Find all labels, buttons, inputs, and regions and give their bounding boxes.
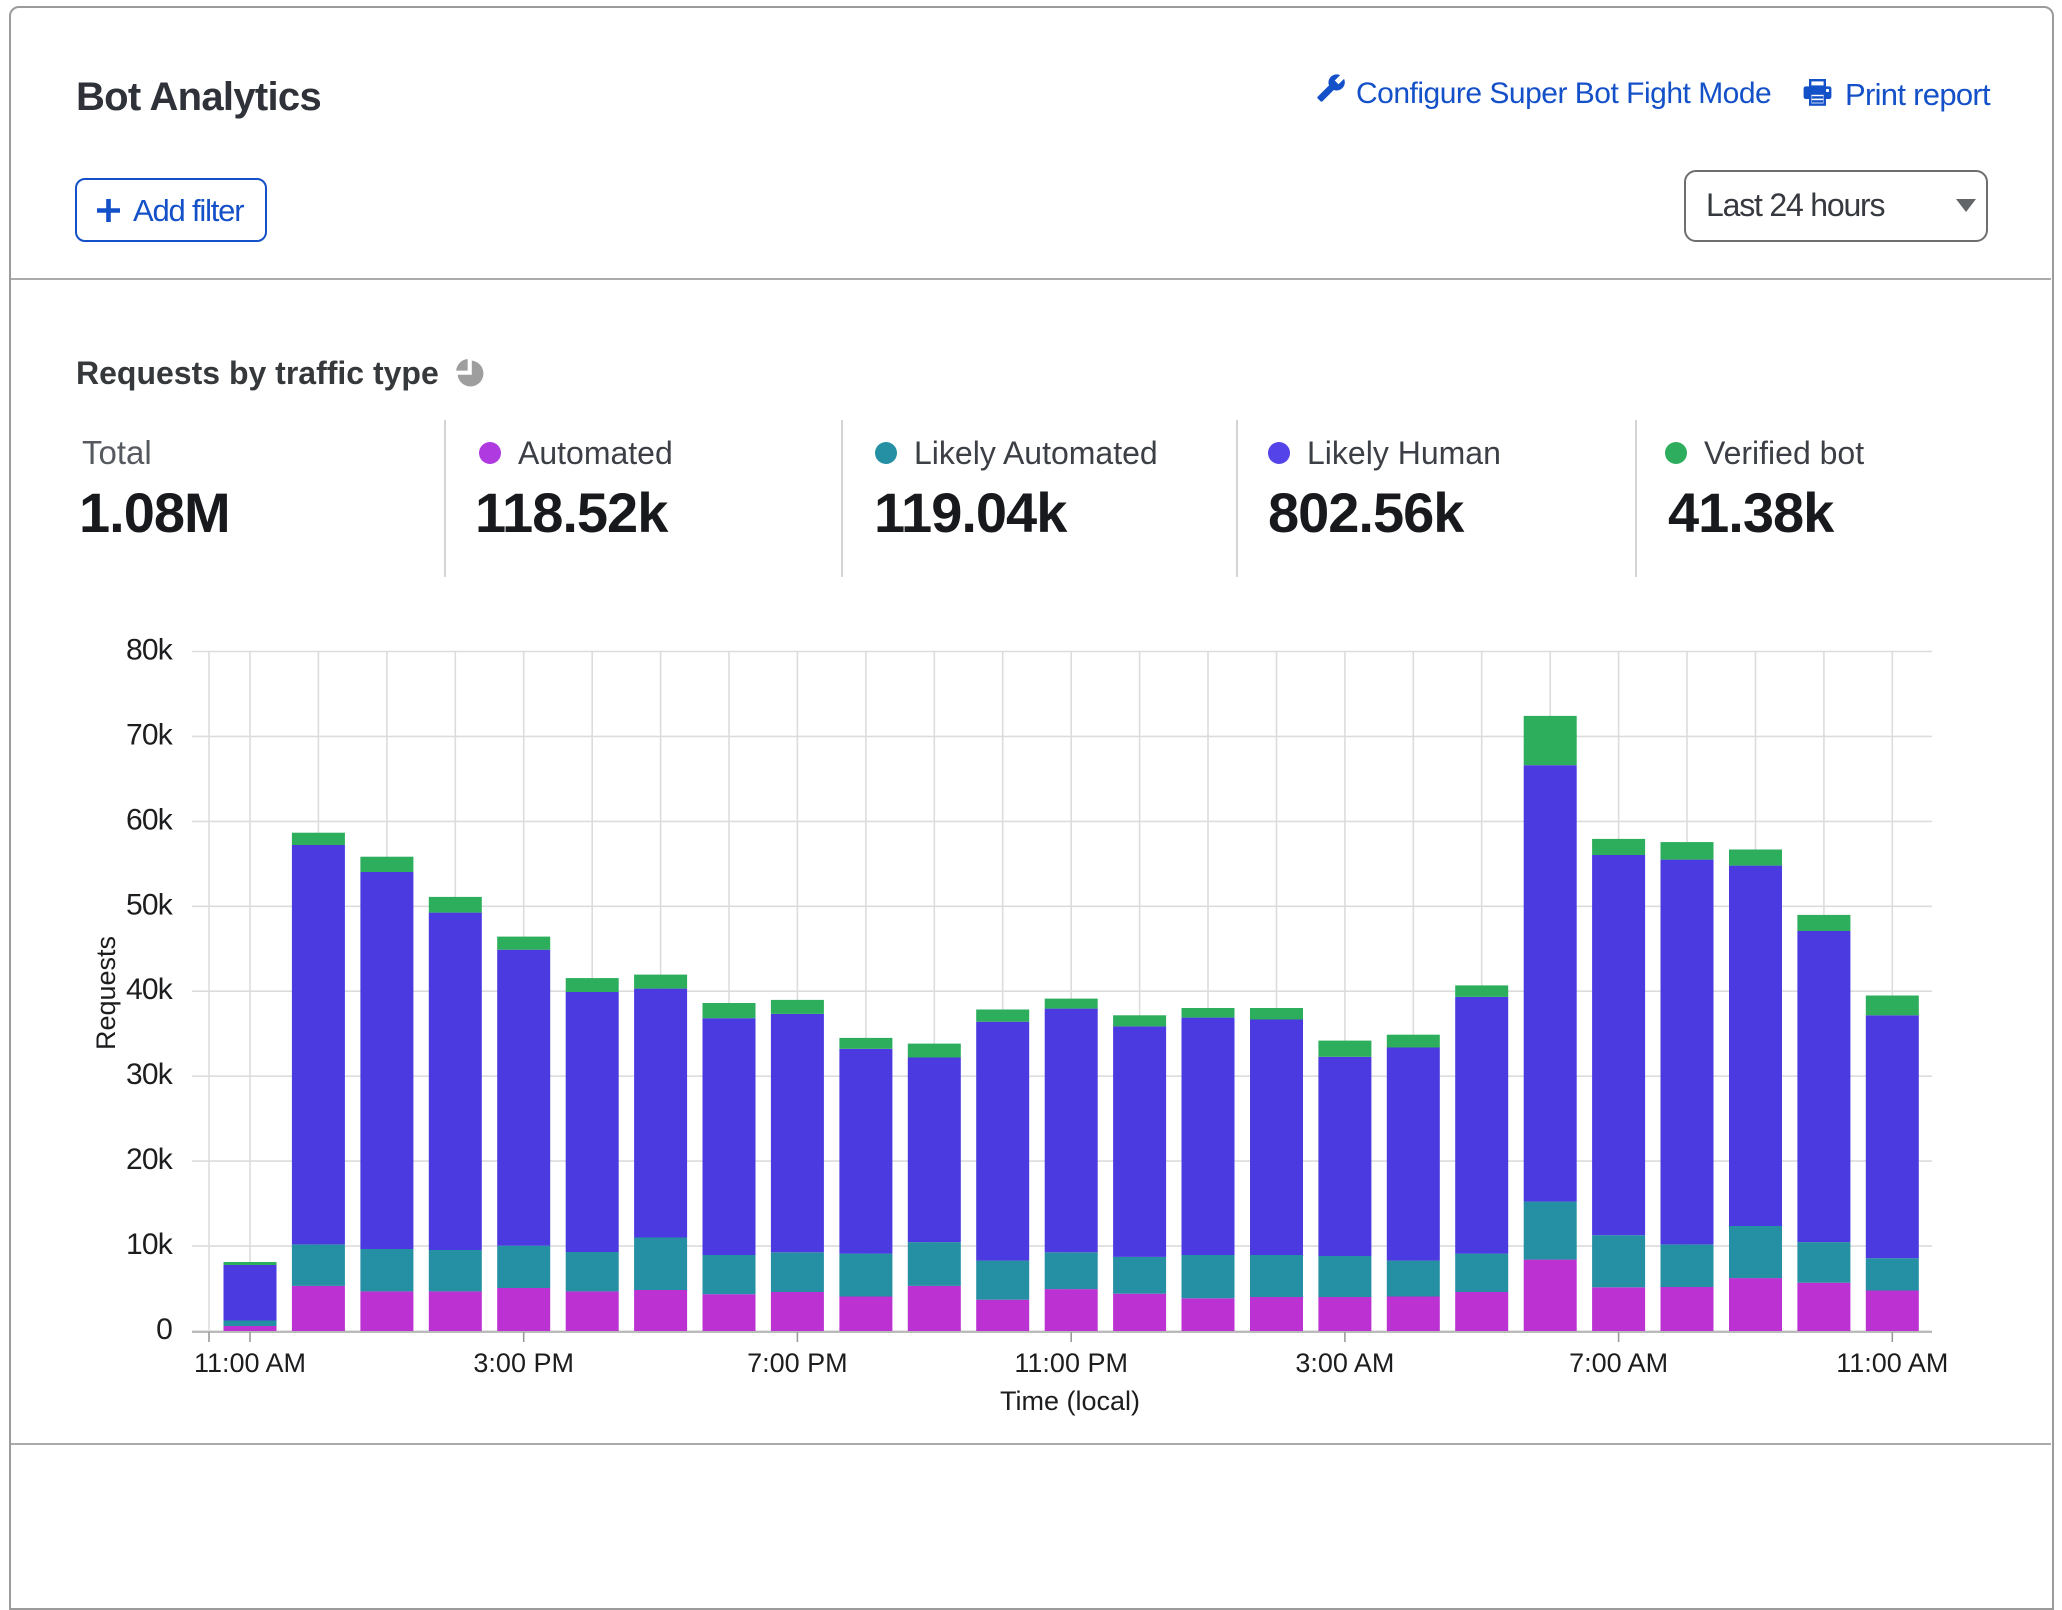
svg-text:20k: 20k [126,1143,174,1176]
svg-text:60k: 60k [126,803,174,836]
svg-text:Time (local): Time (local) [1000,1386,1140,1416]
svg-text:7:00 PM: 7:00 PM [747,1348,848,1378]
svg-text:0: 0 [156,1313,172,1346]
svg-text:30k: 30k [126,1058,174,1091]
svg-text:10k: 10k [126,1228,174,1261]
svg-text:11:00 AM: 11:00 AM [1836,1348,1948,1378]
svg-text:80k: 80k [126,634,174,667]
svg-text:50k: 50k [126,888,174,921]
svg-text:3:00 PM: 3:00 PM [473,1348,574,1378]
svg-text:40k: 40k [126,973,174,1006]
svg-text:70k: 70k [126,718,174,751]
svg-text:Requests: Requests [91,936,121,1050]
svg-text:11:00 PM: 11:00 PM [1014,1348,1128,1378]
svg-text:7:00 AM: 7:00 AM [1569,1348,1668,1378]
svg-text:11:00 AM: 11:00 AM [194,1348,306,1378]
svg-text:3:00 AM: 3:00 AM [1295,1348,1394,1378]
